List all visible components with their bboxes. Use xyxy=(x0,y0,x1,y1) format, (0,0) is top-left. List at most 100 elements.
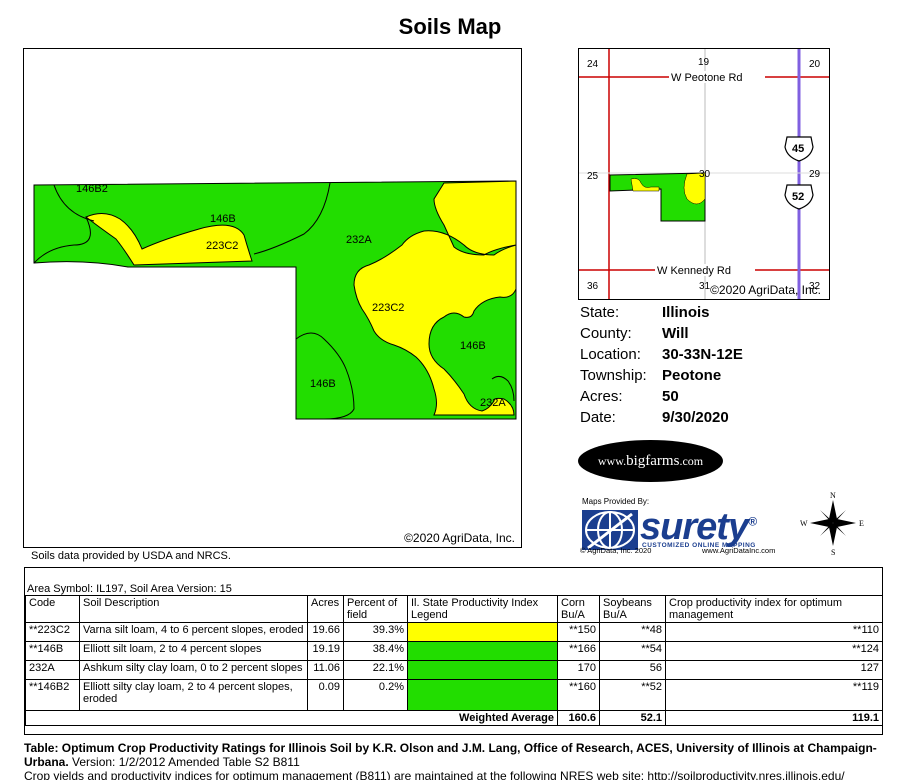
page-title: Soils Map xyxy=(398,14,502,39)
maps-provided-label: Maps Provided By: xyxy=(582,497,650,506)
cell-soy: **48 xyxy=(599,622,666,642)
compass-s: S xyxy=(831,548,835,556)
cell-corn: 170 xyxy=(557,660,600,680)
col-header: Soil Description xyxy=(79,595,308,623)
col-header: Crop productivity index for optimum mana… xyxy=(665,595,883,623)
col-header: Code xyxy=(25,595,80,623)
cell-pct: 38.4% xyxy=(343,641,408,661)
col-header: Corn Bu/A xyxy=(557,595,600,623)
cell-corn: **160 xyxy=(557,679,600,711)
info-value: 9/30/2020 xyxy=(662,409,729,426)
bigfarms-brand: bigfarms xyxy=(626,453,680,469)
soils-map[interactable]: 146B2 146B 223C2 232A 223C2 146B 146B 23… xyxy=(23,48,522,548)
compass-w: W xyxy=(800,519,808,528)
cell-pct: 22.1% xyxy=(343,660,408,680)
info-label: County: xyxy=(580,325,632,342)
weighted-label: Weighted Average xyxy=(25,710,558,726)
table-header-row: Code Soil Description Acres Percent of f… xyxy=(25,595,883,623)
section-number: 30 xyxy=(699,169,711,180)
location-map[interactable]: 24 19 20 25 30 29 36 31 32 W Peotone Rd … xyxy=(578,48,830,300)
map-label: 232A xyxy=(480,397,506,409)
info-row-state: State: Illinois xyxy=(580,302,743,323)
section-number: 36 xyxy=(587,281,599,292)
section-number: 20 xyxy=(809,59,821,70)
route-number: 52 xyxy=(792,191,804,203)
info-label: Date: xyxy=(580,409,616,426)
legend-swatch xyxy=(407,660,558,680)
weighted-soy: 52.1 xyxy=(599,710,666,726)
info-row-township: Township: Peotone xyxy=(580,365,743,386)
info-row-county: County: Will xyxy=(580,323,743,344)
cell-code: **146B xyxy=(25,641,80,661)
info-row-location: Location: 30-33N-12E xyxy=(580,344,743,365)
info-value: Peotone xyxy=(662,367,722,384)
section-number: 24 xyxy=(587,59,599,70)
cell-corn: **150 xyxy=(557,622,600,642)
col-header: Il. State Productivity Index Legend xyxy=(407,595,558,623)
map-label: 223C2 xyxy=(206,240,238,252)
info-label: State: xyxy=(580,304,620,321)
cell-corn: **166 xyxy=(557,641,600,661)
section-number: 19 xyxy=(698,57,710,68)
cell-acres: 0.09 xyxy=(307,679,344,711)
road-label: W Kennedy Rd xyxy=(657,265,731,277)
location-map-copyright: ©2020 AgriData, Inc. xyxy=(710,283,821,297)
legend-swatch xyxy=(407,679,558,711)
weighted-cpi: 119.1 xyxy=(665,710,883,726)
map-label: 223C2 xyxy=(372,302,404,314)
footer-version: Version: 1/2/2012 Amended Table S2 B811 xyxy=(68,755,300,769)
col-header: Soybeans Bu/A xyxy=(599,595,666,623)
weighted-corn: 160.6 xyxy=(557,710,600,726)
legend-swatch xyxy=(407,641,558,661)
info-value: Illinois xyxy=(662,304,710,321)
info-value: 30-33N-12E xyxy=(662,346,743,363)
cell-desc: Elliott silty clay loam, 2 to 4 percent … xyxy=(79,679,308,711)
weighted-average-row: Weighted Average 160.6 52.1 119.1 xyxy=(25,710,883,726)
cell-code: 232A xyxy=(25,660,80,680)
route-number: 45 xyxy=(792,143,804,155)
col-header: Percent of field xyxy=(343,595,408,623)
area-symbol: Area Symbol: IL197, Soil Area Version: 1… xyxy=(27,583,232,595)
road-label: W Peotone Rd xyxy=(671,72,743,84)
info-row-acres: Acres: 50 xyxy=(580,386,743,407)
cell-code: **223C2 xyxy=(25,622,80,642)
info-label: Acres: xyxy=(580,388,623,405)
info-value: Will xyxy=(662,325,689,342)
map-label: 146B xyxy=(210,213,236,225)
map-label: 146B xyxy=(460,340,486,352)
field-info: State: Illinois County: Will Location: 30-3… xyxy=(580,302,743,428)
bigfarms-logo[interactable]: www.bigfarms.com xyxy=(578,440,723,482)
bigfarms-suffix: .com xyxy=(679,454,704,468)
table-row: **223C2 Varna silt loam, 4 to 6 percent … xyxy=(25,622,883,642)
info-value: 50 xyxy=(662,388,679,405)
cell-acres: 19.19 xyxy=(307,641,344,661)
soils-source-note: Soils data provided by USDA and NRCS. xyxy=(31,550,231,562)
map-label: 146B xyxy=(310,378,336,390)
compass-e: E xyxy=(859,519,864,528)
cell-acres: 19.66 xyxy=(307,622,344,642)
cell-cpi: 127 xyxy=(665,660,883,680)
table-row: 232A Ashkum silty clay loam, 0 to 2 perc… xyxy=(25,660,883,680)
cell-cpi: **119 xyxy=(665,679,883,711)
cell-pct: 39.3% xyxy=(343,622,408,642)
legend-swatch xyxy=(407,622,558,642)
section-number: 29 xyxy=(809,169,821,180)
map-copyright: ©2020 AgriData, Inc. xyxy=(404,531,515,545)
table-row: **146B Elliott silt loam, 2 to 4 percent… xyxy=(25,641,883,661)
surety-url[interactable]: www.AgriDataInc.com xyxy=(702,546,775,555)
info-label: Township: xyxy=(580,367,647,384)
soil-table-panel: Area Symbol: IL197, Soil Area Version: 1… xyxy=(24,567,883,735)
info-label: Location: xyxy=(580,346,641,363)
cell-desc: Varna silt loam, 4 to 6 percent slopes, … xyxy=(79,622,308,642)
cell-code: **146B2 xyxy=(25,679,80,711)
cell-acres: 11.06 xyxy=(307,660,344,680)
cell-cpi: **110 xyxy=(665,622,883,642)
location-map-drawing: 24 19 20 25 30 29 36 31 32 W Peotone Rd … xyxy=(579,49,829,299)
map-label: 146B2 xyxy=(76,183,108,195)
cell-desc: Elliott silt loam, 2 to 4 percent slopes xyxy=(79,641,308,661)
section-number: 31 xyxy=(699,281,711,292)
soil-table: Code Soil Description Acres Percent of f… xyxy=(25,595,883,726)
cell-desc: Ashkum silty clay loam, 0 to 2 percent s… xyxy=(79,660,308,680)
map-label: 232A xyxy=(346,234,372,246)
col-header: Acres xyxy=(307,595,344,623)
